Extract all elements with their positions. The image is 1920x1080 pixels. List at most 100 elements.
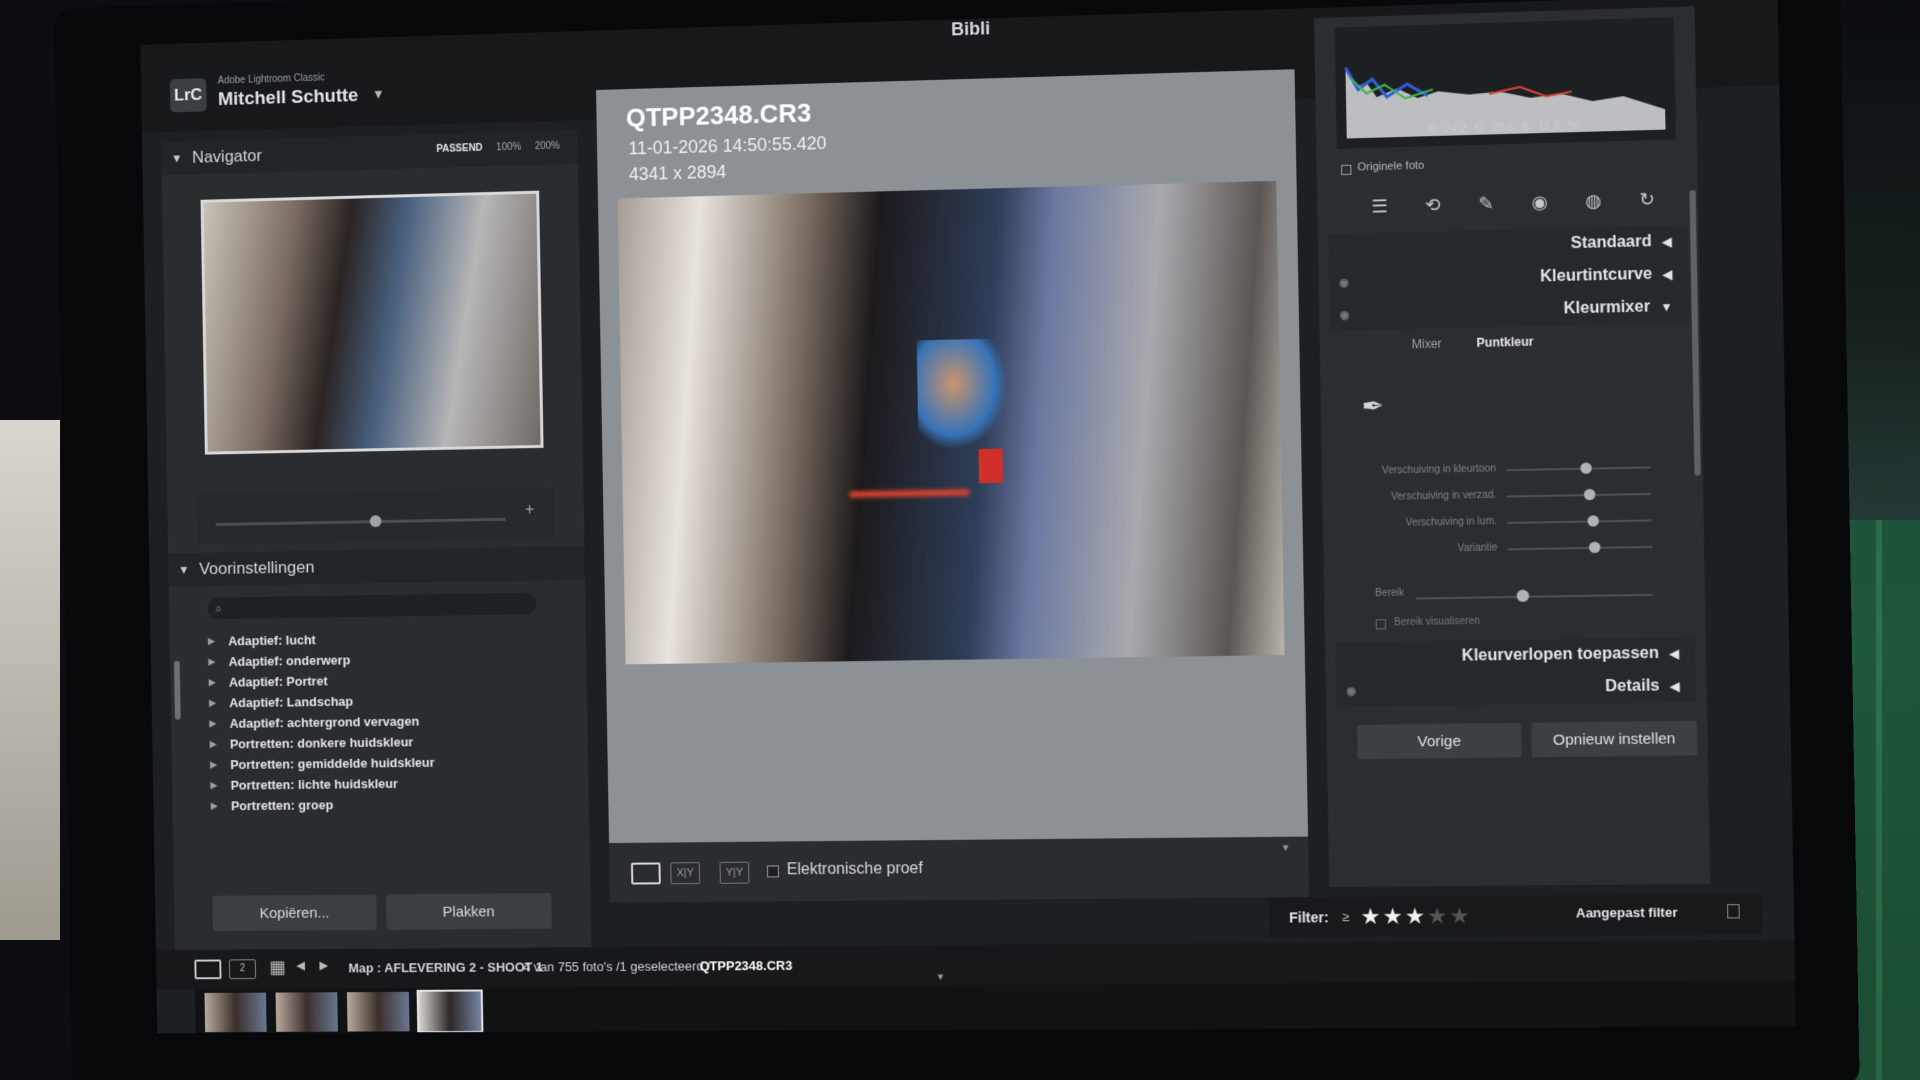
slider-hue-shift: Verschuiving in kleurtoon: [1352, 456, 1661, 484]
expand-triangle-icon[interactable]: ▶: [208, 636, 215, 647]
module-title[interactable]: Bibli: [951, 18, 990, 40]
expand-triangle-icon[interactable]: ▶: [210, 780, 217, 791]
rating-star[interactable]: ★: [1427, 903, 1450, 928]
second-window-button[interactable]: 2: [228, 959, 257, 980]
eye-icon[interactable]: ◉: [1340, 308, 1350, 321]
zoom-200[interactable]: 200%: [535, 141, 560, 153]
reset-button[interactable]: Opnieuw instellen: [1531, 720, 1698, 758]
section-details[interactable]: ◉ Details ◀: [1335, 669, 1697, 707]
tab-mixer[interactable]: Mixer: [1412, 337, 1442, 362]
previous-button[interactable]: Vorige: [1357, 722, 1522, 760]
red-eye-icon[interactable]: ◉: [1528, 191, 1551, 213]
slider-track[interactable]: [1506, 492, 1652, 498]
presets-header[interactable]: ▼ Voorinstellingen: [168, 546, 585, 587]
forward-arrow-icon[interactable]: ▸: [319, 955, 328, 976]
expand-triangle-icon[interactable]: ▶: [209, 718, 216, 729]
user-menu-caret-icon[interactable]: ▼: [372, 86, 385, 101]
toolbar-menu-chevron-icon[interactable]: ▾: [1283, 841, 1289, 854]
eye-icon[interactable]: ◉: [1346, 684, 1356, 697]
expand-triangle-icon[interactable]: ▶: [208, 656, 215, 667]
rating-star[interactable]: ★: [1360, 904, 1383, 929]
presets-title: Voorinstellingen: [198, 557, 315, 579]
expand-triangle-icon[interactable]: ▶: [209, 677, 216, 688]
slider-track[interactable]: [1506, 466, 1651, 472]
source-folder[interactable]: Map : AFLEVERING 2 - SHOOT 1: [348, 959, 543, 975]
collapse-arrow-icon[interactable]: ◀: [1670, 679, 1680, 693]
zoom-fit[interactable]: PASSEND: [436, 143, 482, 155]
plus-icon[interactable]: +: [525, 501, 534, 519]
compare-view-button[interactable]: X|Y: [670, 862, 701, 885]
expand-triangle-icon[interactable]: ▶: [209, 698, 216, 709]
filmstrip-thumbnail[interactable]: [416, 989, 484, 1034]
histogram[interactable]: R 24,2 G 20,5 B 15,5%: [1334, 17, 1677, 149]
navigator-header[interactable]: ▼ Navigator PASSEND 100% 200%: [161, 130, 578, 176]
left-panel: ▼ Navigator PASSEND 100% 200% + ▼ Voorin…: [161, 130, 592, 955]
main-window-button[interactable]: [194, 959, 222, 980]
loupe-view-button[interactable]: [630, 862, 661, 885]
paste-button[interactable]: Plakken: [385, 893, 552, 930]
lrc-logo: LrC: [169, 78, 207, 113]
filter-operator[interactable]: ≥: [1342, 909, 1350, 924]
crop-icon[interactable]: ⟲: [1421, 194, 1444, 216]
photo-count: 4 van 755 foto's /1 geselecteerd /: [523, 958, 711, 975]
section-color-grading[interactable]: Kleurverlopen toepassen ◀: [1335, 637, 1696, 675]
slider-track[interactable]: [1507, 545, 1653, 551]
main-photo[interactable]: [617, 180, 1285, 665]
app-name: Adobe Lightroom Classic: [217, 72, 325, 87]
expand-arrow-icon[interactable]: ▼: [1660, 300, 1673, 315]
navigator-preview[interactable]: [200, 190, 544, 455]
range-slider-track[interactable]: [1416, 593, 1654, 600]
filmstrip-thumbnail[interactable]: [346, 991, 410, 1032]
slider-knob[interactable]: [1583, 488, 1596, 501]
expand-triangle-icon[interactable]: ▶: [211, 801, 218, 812]
collapse-arrow-icon[interactable]: ◀: [1663, 267, 1673, 282]
slider-track[interactable]: [215, 517, 506, 527]
filmstrip-thumbnail[interactable]: [275, 992, 338, 1032]
tab-point-color[interactable]: Puntkleur: [1476, 334, 1533, 360]
preset-item[interactable]: ▶ Portretten: groep: [211, 792, 560, 816]
show-filmstrip-chevron-icon[interactable]: ▾: [938, 970, 944, 983]
filmstrip-thumbnail[interactable]: [204, 992, 267, 1033]
slider-knob[interactable]: [1587, 515, 1599, 527]
rating-star[interactable]: ★: [1382, 904, 1405, 929]
slider-knob[interactable]: [1580, 462, 1592, 474]
eyedropper-icon[interactable]: ✒: [1361, 391, 1384, 423]
slider-knob[interactable]: [1588, 541, 1601, 554]
filmstrip: [194, 980, 1796, 1034]
preset-search-input[interactable]: ⌕: [207, 592, 537, 620]
visualize-range-checkbox[interactable]: [1375, 619, 1387, 630]
edit-sliders-icon[interactable]: ☰: [1368, 195, 1391, 217]
collapse-triangle-icon[interactable]: ▼: [178, 563, 190, 577]
back-arrow-icon[interactable]: ◂: [296, 955, 305, 976]
user-name[interactable]: Mitchell Schutte: [218, 85, 359, 111]
visualize-range-label: Bereik visualiseren: [1393, 615, 1481, 629]
capture-date: 11-01-2026 14:50:55.420: [628, 133, 827, 159]
custom-filter-select[interactable]: Aangepast filter: [1576, 904, 1721, 927]
collapse-triangle-icon[interactable]: ▼: [171, 151, 183, 165]
slider-variance: Variantie: [1354, 536, 1663, 564]
grid-view-icon[interactable]: ▦: [269, 957, 286, 978]
healing-icon[interactable]: ✎: [1475, 193, 1498, 215]
range-slider-knob[interactable]: [1516, 589, 1529, 603]
rating-star[interactable]: ★: [1449, 903, 1472, 929]
original-photo-checkbox[interactable]: [1341, 164, 1352, 176]
zoom-100[interactable]: 100%: [496, 142, 521, 154]
collapse-arrow-icon[interactable]: ◀: [1662, 234, 1672, 249]
current-file-name[interactable]: QTPP2348.CR3: [699, 958, 792, 973]
slider-track[interactable]: [1507, 519, 1652, 524]
expand-triangle-icon[interactable]: ▶: [210, 759, 217, 770]
masking-icon[interactable]: ◍: [1582, 190, 1605, 212]
filter-lock-icon[interactable]: [1727, 904, 1740, 919]
copy-button[interactable]: Kopiëren...: [212, 894, 377, 932]
before-after-button[interactable]: Y|Y: [719, 861, 750, 884]
right-scrollbar[interactable]: [1689, 189, 1701, 476]
rating-star[interactable]: ★: [1405, 903, 1428, 928]
rotate-icon[interactable]: ↻: [1635, 188, 1658, 210]
collapse-arrow-icon[interactable]: ◀: [1669, 646, 1679, 660]
star-rating-filter[interactable]: ★★★★★: [1360, 903, 1472, 930]
expand-triangle-icon[interactable]: ▶: [210, 739, 217, 750]
eye-icon[interactable]: ◉: [1339, 275, 1349, 288]
softproof-checkbox[interactable]: [766, 865, 780, 878]
slider-knob[interactable]: [369, 515, 382, 528]
left-scrollbar[interactable]: [173, 660, 181, 720]
